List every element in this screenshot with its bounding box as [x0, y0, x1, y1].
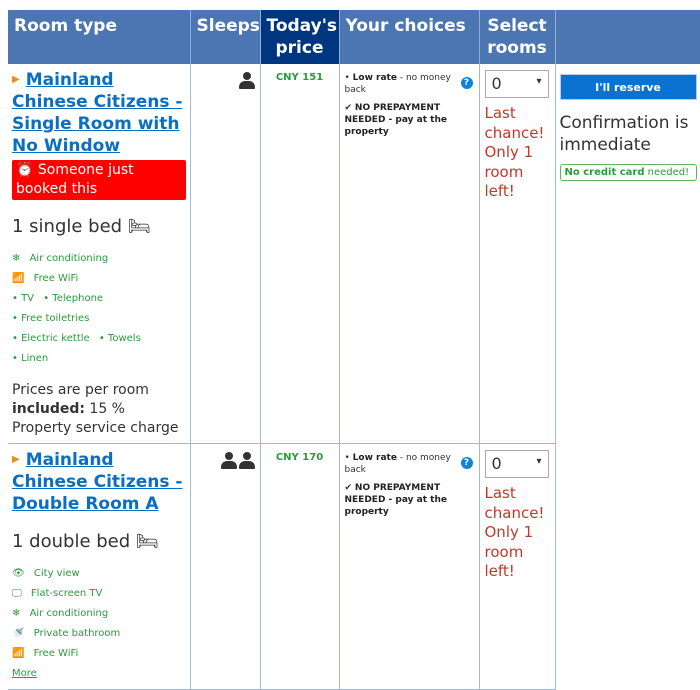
facility: 🖵 Flat-screen TV: [12, 588, 108, 599]
booked-text: Someone just booked this: [16, 162, 134, 197]
facility: 🚿 Private bathroom: [12, 628, 126, 639]
facility: • Towels: [99, 333, 141, 344]
bed-info: 1 double bed 🛏: [12, 531, 186, 552]
facility: • Telephone: [43, 293, 103, 304]
header-room-type: Room type: [8, 10, 190, 64]
reserve-button[interactable]: I'll reserve: [560, 74, 697, 100]
confirmation-text: Confirmation is immediate: [560, 112, 700, 156]
facility-label: Free WiFi: [34, 648, 79, 659]
help-icon[interactable]: ?: [461, 457, 473, 469]
facility: ❄ Air conditioning: [12, 253, 114, 264]
room-name-text[interactable]: Mainland Chinese Citizens - Single Room …: [12, 70, 182, 156]
prepay-info: ✔ NO PREPAYMENT NEEDED - pay at the prop…: [345, 102, 474, 138]
room-quantity-select[interactable]: 0: [485, 70, 549, 98]
facility: ❄ Air conditioning: [12, 608, 114, 619]
more-link[interactable]: More: [12, 668, 37, 679]
room-name-link[interactable]: ▶Mainland Chinese Citizens - Double Room…: [12, 449, 186, 515]
choices-cell: • Low rate - no money back ? ✔ NO PREPAY…: [339, 444, 479, 690]
checkmark-icon: ✔: [345, 103, 353, 113]
price-note: Prices are per roomincluded: 15 % Proper…: [12, 381, 186, 438]
header-choices: Your choices: [339, 10, 479, 64]
sleeps-cell: [190, 444, 260, 690]
room-quantity-select[interactable]: 0: [485, 450, 549, 478]
facility-label: Air conditioning: [30, 253, 109, 264]
single-bed-icon: 🛏: [128, 216, 151, 237]
table-header: Room type Sleeps Today's price Your choi…: [8, 10, 700, 64]
rate-info: • Low rate - no money back: [345, 452, 474, 476]
bed-text: 1 single bed: [12, 216, 122, 237]
person-icon: [239, 72, 255, 90]
note-line: Prices are per room: [12, 382, 149, 398]
table-row: ▶Mainland Chinese Citizens - Single Room…: [8, 64, 700, 444]
facility-label: City view: [34, 568, 80, 579]
facility: • Free toiletries: [12, 313, 89, 324]
alarm-clock-icon: ⏰: [16, 162, 33, 178]
header-select: Select rooms: [479, 10, 555, 64]
header-sleeps: Sleeps: [190, 10, 260, 64]
facility: • TV: [12, 293, 34, 304]
note-bold: included:: [12, 401, 85, 417]
facility: 📶 Free WiFi: [12, 273, 84, 284]
person-icon: [239, 452, 255, 470]
no-credit-card-badge: No credit card needed!: [560, 164, 697, 181]
bed-text: 1 double bed: [12, 531, 130, 552]
wifi-icon: 📶: [12, 273, 24, 284]
shower-icon: 🚿: [12, 628, 24, 639]
facility: • Linen: [12, 353, 48, 364]
facility: • Electric kettle: [12, 333, 90, 344]
person-icon: [221, 452, 237, 470]
choices-cell: • Low rate - no money back ? ✔ NO PREPAY…: [339, 64, 479, 444]
room-type-cell: ▶Mainland Chinese Citizens - Double Room…: [8, 444, 190, 690]
triangle-icon: ▶: [12, 69, 20, 91]
reserve-cell: I'll reserve Confirmation is immediate N…: [555, 64, 700, 690]
double-bed-icon: 🛏: [136, 531, 159, 552]
facility: 📶 Free WiFi: [12, 648, 84, 659]
triangle-icon: ▶: [12, 449, 20, 471]
tv-icon: 🖵: [12, 588, 22, 599]
snowflake-icon: ❄: [12, 608, 20, 619]
sleeps-cell: [190, 64, 260, 444]
facility-label: Free WiFi: [34, 273, 79, 284]
facility-label: Air conditioning: [30, 608, 109, 619]
facilities: ❄ Air conditioning 📶 Free WiFi • TV • Te…: [12, 249, 186, 369]
rate-info: • Low rate - no money back: [345, 72, 474, 96]
help-icon[interactable]: ?: [461, 77, 473, 89]
room-name-text[interactable]: Mainland Chinese Citizens - Double Room …: [12, 450, 182, 514]
prepay-info: ✔ NO PREPAYMENT NEEDED - pay at the prop…: [345, 482, 474, 518]
snowflake-icon: ❄: [12, 253, 20, 264]
checkmark-icon: ✔: [345, 483, 353, 493]
facility: 👁 City view: [12, 568, 86, 579]
select-cell: 0 Last chance! Only 1 room left!: [479, 444, 555, 690]
facility-label: Flat-screen TV: [31, 588, 103, 599]
last-chance-text: Last chance! Only 1 room left!: [485, 104, 550, 202]
booked-badge: ⏰ Someone just booked this: [12, 160, 186, 200]
facilities: 👁 City view 🖵 Flat-screen TV ❄ Air condi…: [12, 564, 186, 684]
room-type-cell: ▶Mainland Chinese Citizens - Single Room…: [8, 64, 190, 444]
rooms-table: Room type Sleeps Today's price Your choi…: [8, 10, 700, 690]
price-cell: CNY 170: [260, 444, 339, 690]
facility-label: Private bathroom: [34, 628, 121, 639]
room-name-link[interactable]: ▶Mainland Chinese Citizens - Single Room…: [12, 69, 186, 157]
price-cell: CNY 151: [260, 64, 339, 444]
header-price: Today's price: [260, 10, 339, 64]
last-chance-text: Last chance! Only 1 room left!: [485, 484, 550, 582]
header-reserve: [555, 10, 700, 64]
eye-icon: 👁: [12, 568, 25, 579]
wifi-icon: 📶: [12, 648, 24, 659]
bed-info: 1 single bed 🛏: [12, 216, 186, 237]
select-cell: 0 Last chance! Only 1 room left!: [479, 64, 555, 444]
